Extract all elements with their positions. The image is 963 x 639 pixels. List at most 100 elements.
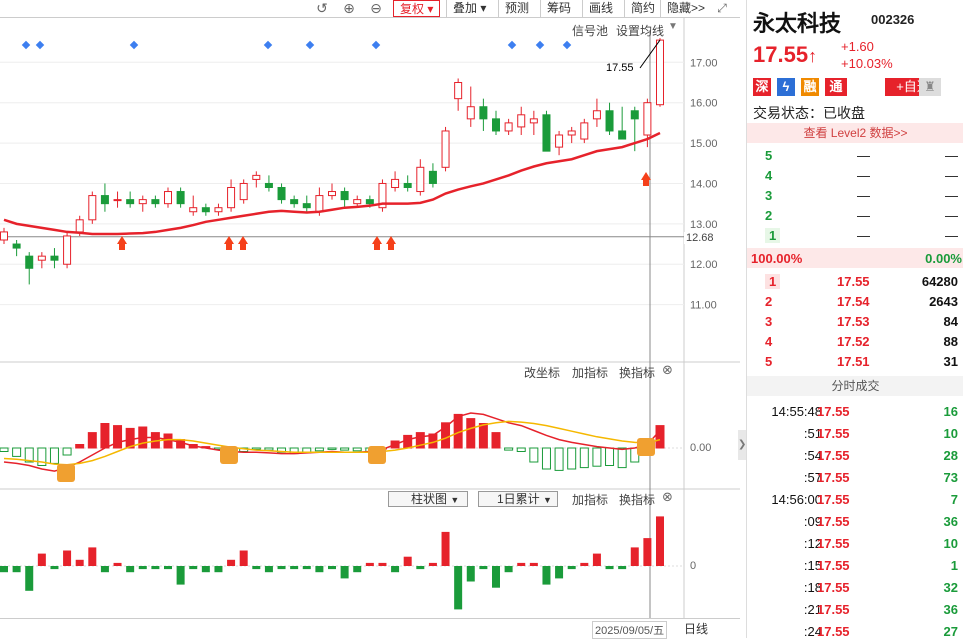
tick-vol: 7: [950, 492, 958, 507]
vol-bar: [353, 566, 362, 573]
tag-tong[interactable]: 通: [825, 78, 847, 96]
vol-bar: [37, 553, 46, 566]
candle-body: [466, 106, 475, 120]
candle-body: [88, 195, 97, 221]
sell-level: 1: [765, 228, 781, 243]
macd-bar: [75, 444, 85, 449]
candle-body: [290, 199, 299, 205]
signal-diamond-icon: [507, 40, 517, 50]
add-indicator-button-2[interactable]: 加指标: [572, 491, 608, 508]
stock-code: 002326: [871, 12, 915, 27]
macd-bar: [516, 447, 526, 452]
candle-body: [0, 231, 8, 241]
signal-pool-button[interactable]: 信号池: [572, 22, 608, 39]
price-change: +1.60 +10.03%: [841, 38, 893, 72]
candle-body: [454, 82, 463, 100]
vol-bar: [50, 566, 59, 570]
macd-bar: [554, 447, 564, 471]
vol-bar: [479, 566, 488, 570]
tick-price: 17.55: [817, 426, 850, 441]
candle-body: [630, 110, 639, 120]
tick-price: 17.55: [817, 492, 850, 507]
chart-svg: 17.0016.0015.0014.0013.0012.0011.0007142…: [0, 18, 740, 638]
candle-body: [643, 102, 652, 136]
buy-row: 1 17.55 64280: [747, 272, 963, 292]
tag-shen[interactable]: 深: [753, 78, 771, 96]
macd-bar: [579, 447, 589, 469]
tag-rong[interactable]: 融: [801, 78, 819, 96]
bar-chart-select[interactable]: 柱状图 ▼: [388, 491, 468, 507]
candle-body: [492, 118, 500, 132]
add-indicator-button[interactable]: 加指标: [572, 364, 608, 381]
tick-list[interactable]: 14:55:48 17.55 16:51 17.55 10:54 17.55 28:57 17…: [747, 400, 963, 638]
macd-bar: [264, 447, 274, 451]
buy-vol: 64280: [921, 274, 958, 289]
tick-vol: 73: [943, 470, 958, 485]
period-label[interactable]: 日线: [684, 620, 708, 637]
sell-price: —: [857, 228, 870, 243]
vol-bar: [176, 566, 185, 585]
sell-price: —: [857, 168, 870, 183]
vol-bar: [555, 566, 564, 579]
candle-body: [239, 182, 248, 201]
tick-row: 14:56:00 17.55 7: [747, 490, 963, 510]
set-ma-button[interactable]: 设置均线: [616, 22, 664, 39]
sell-row: 1 — —: [747, 226, 963, 246]
candle-body: [126, 199, 135, 205]
macd-bar: [466, 418, 476, 449]
signal-diamond-icon: [21, 40, 31, 50]
macd-bar: [605, 447, 615, 466]
buy-price: 17.53: [837, 314, 870, 329]
buy-vol: 84: [943, 314, 958, 329]
ticks-title: 分时成交: [747, 376, 963, 396]
buy-level: 3: [765, 314, 773, 329]
tick-vol: 10: [943, 426, 958, 441]
tick-time: 14:55:48: [771, 404, 822, 419]
vol-bar: [504, 566, 513, 573]
change-coord-button[interactable]: 改坐标: [524, 364, 560, 381]
kline-chart-area[interactable]: ↺ ⊕ ⊖ 复权 ▾ 叠加 ▾ 预测 筹码 画线 简约 隐藏>> ⤢ 17.00…: [0, 0, 740, 639]
tick-row: :09 17.55 36: [747, 512, 963, 532]
vol-bar: [0, 566, 8, 573]
buy-vol: 31: [943, 354, 958, 369]
candle-body: [365, 199, 374, 205]
day-accum-select[interactable]: 1日累计 ▼: [478, 491, 558, 507]
candle-body: [302, 203, 311, 209]
vol-bar: [239, 550, 248, 566]
dropdown-caret-icon[interactable]: ▼: [668, 21, 678, 32]
vol-bar: [264, 566, 273, 573]
level2-link[interactable]: 查看 Level2 数据>>: [747, 123, 963, 143]
close-icon[interactable]: ⊗: [662, 362, 673, 378]
vol-bar: [454, 566, 463, 610]
y-tick-label: 17.00: [690, 57, 718, 69]
current-price: 17.55↑: [753, 42, 817, 68]
vol-bar: [618, 566, 627, 570]
buy-row: 2 17.54 2643: [747, 292, 963, 312]
bell-icon[interactable]: ♜: [919, 78, 941, 96]
sell-orders: 5 — — 4 — — 3 — — 2 — — 1 — —: [747, 146, 963, 248]
candle-body: [656, 39, 664, 106]
close-icon[interactable]: ⊗: [662, 489, 673, 505]
cross-signal-icon: [220, 446, 238, 464]
switch-indicator-button-2[interactable]: 换指标: [619, 491, 655, 508]
tick-row: :51 17.55 10: [747, 424, 963, 444]
candle-body: [353, 199, 362, 205]
tick-row: :54 17.55 28: [747, 446, 963, 466]
ratio-right: 0.00%: [925, 251, 962, 266]
switch-indicator-button[interactable]: 换指标: [619, 364, 655, 381]
tick-vol: 27: [943, 624, 958, 638]
vol-bar: [302, 566, 311, 570]
dropdown-caret-icon: ▼: [450, 495, 460, 505]
macd-bar: [541, 447, 551, 470]
macd-bar: [87, 432, 97, 449]
vol-bar: [365, 562, 374, 566]
vol-bar: [63, 550, 72, 566]
vol-bar: [75, 559, 84, 566]
lightning-icon[interactable]: ϟ: [777, 78, 795, 96]
signal-diamond-icon: [263, 40, 273, 50]
macd-bar: [617, 447, 627, 469]
macd-bar: [100, 423, 110, 449]
vol-bar: [403, 556, 412, 566]
collapse-sidebar-handle[interactable]: ❯: [738, 430, 746, 460]
candle-body: [252, 174, 261, 180]
